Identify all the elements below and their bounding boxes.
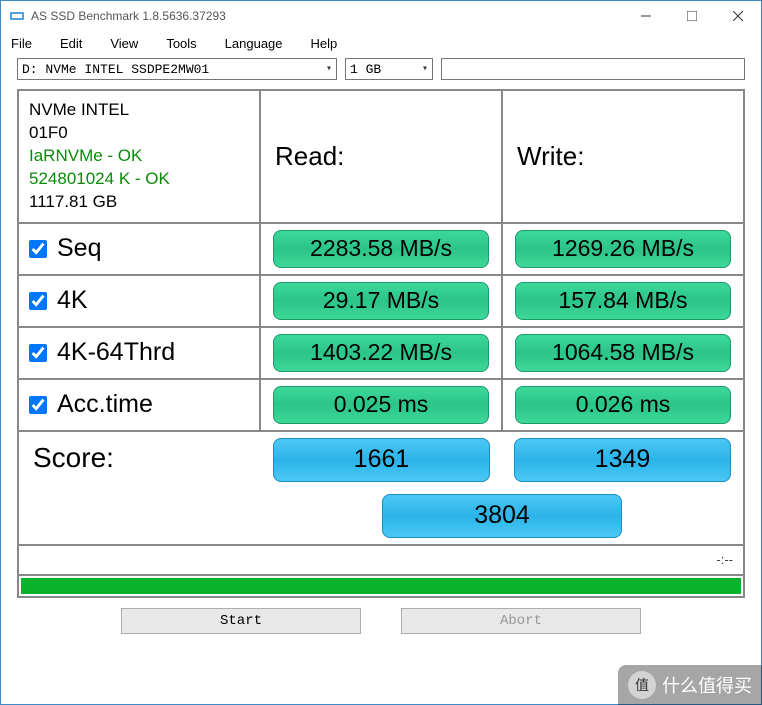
4k64-checkbox[interactable]	[29, 344, 47, 362]
read-header: Read:	[260, 90, 502, 223]
status-row: -:--	[18, 545, 744, 575]
seq-write-cell: 1269.26 MB/s	[502, 223, 744, 275]
seq-checkbox[interactable]	[29, 240, 47, 258]
menu-language[interactable]: Language	[225, 36, 283, 51]
seq-row-label: Seq	[18, 223, 260, 275]
toolbar: D: NVMe INTEL SSDPE2MW01 ▾ 1 GB ▾	[1, 55, 761, 83]
drive-model: NVMe INTEL	[29, 99, 129, 122]
menu-view[interactable]: View	[110, 36, 138, 51]
chevron-down-icon: ▾	[326, 63, 332, 75]
acc-label: Acc.time	[57, 390, 153, 419]
app-icon	[9, 8, 25, 24]
4k-row-label: 4K	[18, 275, 260, 327]
menubar: File Edit View Tools Language Help	[1, 31, 761, 55]
4k-checkbox[interactable]	[29, 292, 47, 310]
status-field	[441, 58, 745, 80]
4k-write-value: 157.84 MB/s	[515, 282, 732, 320]
4k64-label: 4K-64Thrd	[57, 338, 175, 367]
read-score-cell: 1661	[261, 432, 502, 488]
partition-status: 524801024 K - OK	[29, 168, 170, 191]
app-window: AS SSD Benchmark 1.8.5636.37293 File Edi…	[0, 0, 762, 705]
write-score-cell: 1349	[502, 432, 743, 488]
acc-write-value: 0.026 ms	[515, 386, 732, 424]
driver-status: IaRNVMe - OK	[29, 145, 142, 168]
4k64-row-label: 4K-64Thrd	[18, 327, 260, 379]
total-score-cell: 3804	[261, 488, 743, 544]
start-button[interactable]: Start	[121, 608, 361, 634]
acc-read-cell: 0.025 ms	[260, 379, 502, 431]
4k64-write-cell: 1064.58 MB/s	[502, 327, 744, 379]
acc-read-value: 0.025 ms	[273, 386, 490, 424]
button-row: Start Abort	[1, 598, 761, 644]
chevron-down-icon: ▾	[422, 63, 428, 75]
size-select-value: 1 GB	[350, 62, 381, 77]
4k-write-cell: 157.84 MB/s	[502, 275, 744, 327]
acc-row-label: Acc.time	[18, 379, 260, 431]
window-controls	[623, 1, 761, 31]
read-score-value: 1661	[273, 438, 491, 482]
acc-write-cell: 0.026 ms	[502, 379, 744, 431]
results-grid: NVMe INTEL 01F0 IaRNVMe - OK 524801024 K…	[17, 89, 745, 598]
minimize-button[interactable]	[623, 1, 669, 31]
close-button[interactable]	[715, 1, 761, 31]
watermark: 值 什么值得买	[618, 665, 762, 705]
total-score-value: 3804	[382, 494, 622, 538]
score-section: Score: 1661 1349 3804	[18, 431, 744, 545]
seq-read-value: 2283.58 MB/s	[273, 230, 490, 268]
write-header: Write:	[502, 90, 744, 223]
acc-checkbox[interactable]	[29, 396, 47, 414]
menu-file[interactable]: File	[11, 36, 32, 51]
progress-row	[18, 575, 744, 597]
seq-write-value: 1269.26 MB/s	[515, 230, 732, 268]
4k64-read-value: 1403.22 MB/s	[273, 334, 490, 372]
titlebar: AS SSD Benchmark 1.8.5636.37293	[1, 1, 761, 31]
seq-read-cell: 2283.58 MB/s	[260, 223, 502, 275]
drive-info-cell: NVMe INTEL 01F0 IaRNVMe - OK 524801024 K…	[18, 90, 260, 223]
watermark-text: 什么值得买	[662, 672, 752, 698]
4k-read-cell: 29.17 MB/s	[260, 275, 502, 327]
watermark-badge: 值	[628, 671, 656, 699]
window-title: AS SSD Benchmark 1.8.5636.37293	[31, 9, 623, 23]
drive-select-value: D: NVMe INTEL SSDPE2MW01	[22, 62, 209, 77]
4k-read-value: 29.17 MB/s	[273, 282, 490, 320]
score-header: Score:	[19, 432, 261, 544]
4k-label: 4K	[57, 286, 88, 315]
menu-tools[interactable]: Tools	[166, 36, 196, 51]
4k64-write-value: 1064.58 MB/s	[515, 334, 732, 372]
maximize-button[interactable]	[669, 1, 715, 31]
drive-capacity: 1117.81 GB	[29, 191, 117, 214]
drive-select[interactable]: D: NVMe INTEL SSDPE2MW01 ▾	[17, 58, 337, 80]
menu-edit[interactable]: Edit	[60, 36, 82, 51]
progress-bar	[21, 578, 741, 594]
seq-label: Seq	[57, 234, 101, 263]
write-score-value: 1349	[514, 438, 732, 482]
abort-button[interactable]: Abort	[401, 608, 641, 634]
size-select[interactable]: 1 GB ▾	[345, 58, 433, 80]
menu-help[interactable]: Help	[311, 36, 338, 51]
4k64-read-cell: 1403.22 MB/s	[260, 327, 502, 379]
drive-firmware: 01F0	[29, 122, 68, 145]
